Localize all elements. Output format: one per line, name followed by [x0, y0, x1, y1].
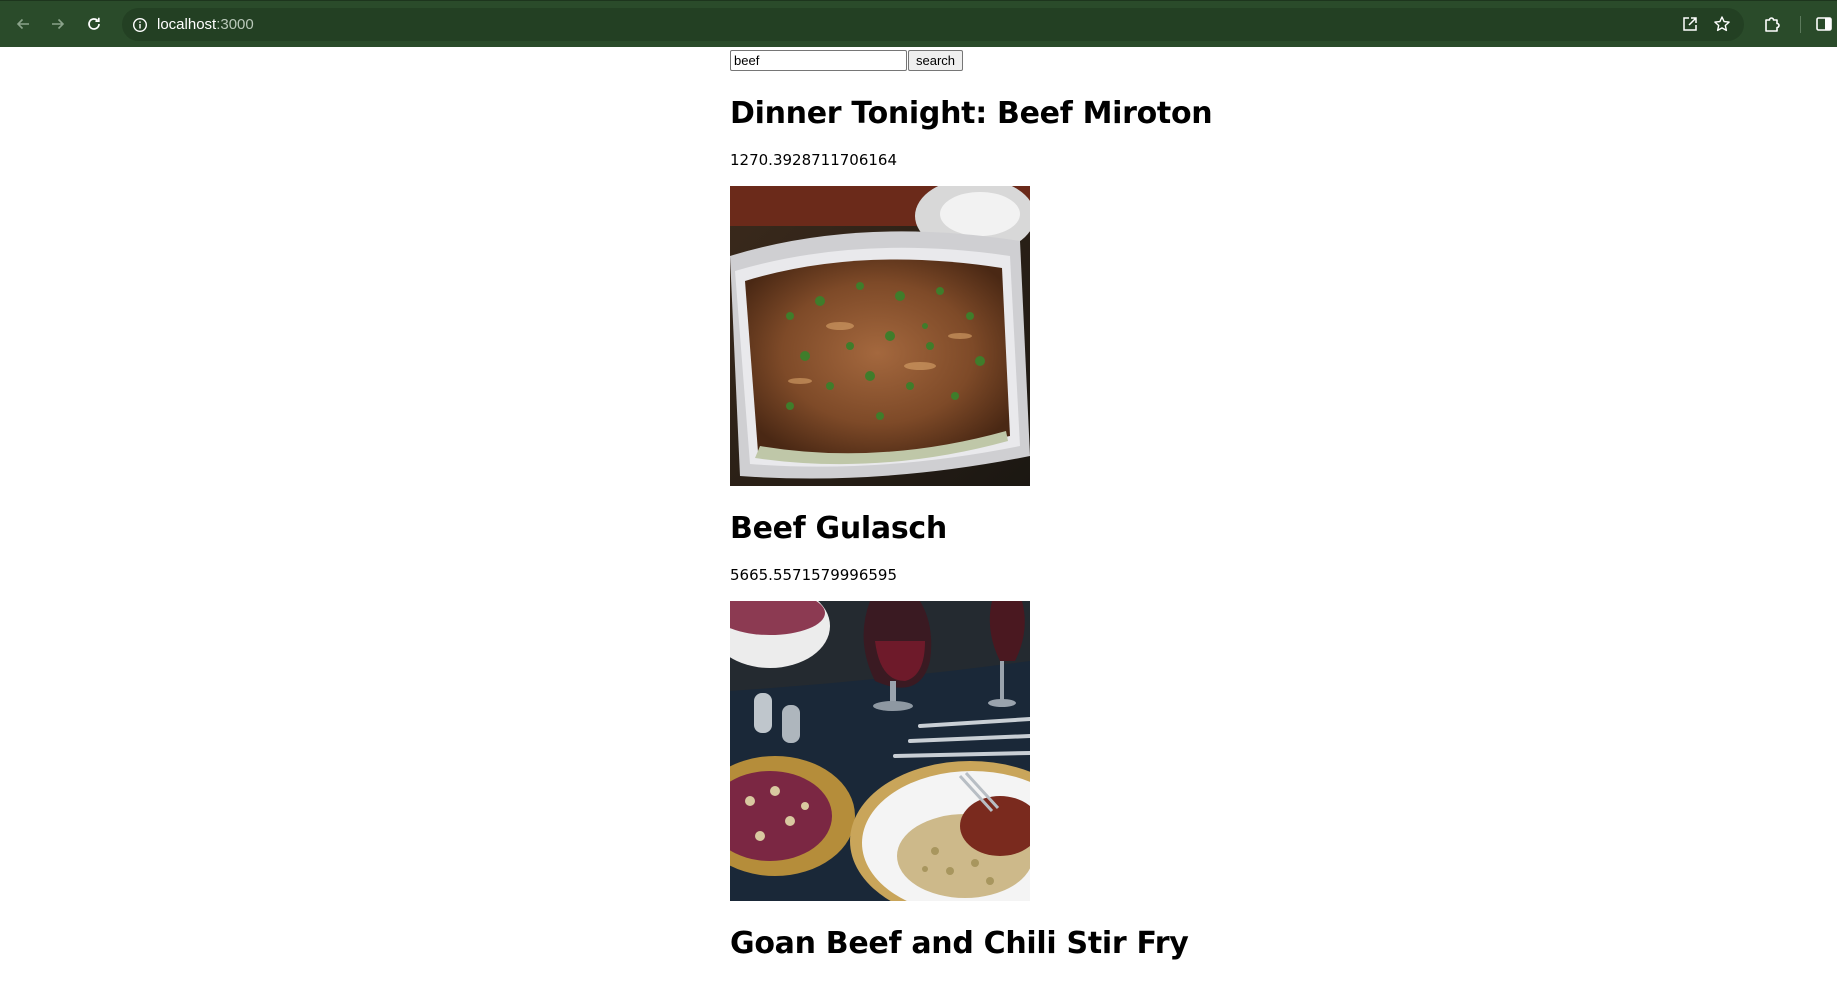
search-input[interactable] — [730, 49, 907, 71]
bookmark-star-icon[interactable] — [1710, 12, 1734, 36]
back-arrow-icon[interactable] — [11, 12, 35, 36]
open-in-new-icon[interactable] — [1678, 12, 1702, 36]
recipe-score: 1270.3928711706164 — [730, 151, 898, 169]
recipe-item: Goan Beef and Chili Stir Fry — [730, 926, 1430, 962]
recipe-item: Beef Gulasch 5665.5571579996595 — [730, 511, 1430, 901]
recipe-item: Dinner Tonight: Beef Miroton 1270.392871… — [730, 96, 1430, 486]
baked-beef-casserole-photo — [730, 186, 1030, 486]
recipe-title: Goan Beef and Chili Stir Fry — [730, 926, 1189, 961]
search-button[interactable]: search — [908, 49, 964, 71]
address-bar[interactable]: localhost:3000 — [122, 8, 1744, 41]
toolbar-divider — [1800, 16, 1801, 33]
recipe-title: Dinner Tonight: Beef Miroton — [730, 96, 1213, 131]
url-host: localhost — [157, 16, 217, 33]
browser-toolbar: localhost:3000 — [0, 0, 1837, 47]
side-panel-icon[interactable] — [1812, 12, 1836, 36]
url-text[interactable]: localhost:3000 — [157, 16, 254, 34]
recipe-score: 5665.5571579996595 — [730, 566, 898, 584]
url-port: :3000 — [216, 16, 254, 33]
forward-arrow-icon[interactable] — [46, 12, 70, 36]
page-content: search Dinner Tonight: Beef Miroton 1270… — [730, 49, 1430, 962]
dinner-table-goulash-photo — [730, 601, 1030, 901]
reload-icon[interactable] — [82, 12, 106, 36]
recipe-title: Beef Gulasch — [730, 511, 947, 546]
extensions-puzzle-icon[interactable] — [1760, 12, 1784, 36]
site-info-icon[interactable] — [128, 13, 152, 37]
search-form: search — [730, 49, 1430, 71]
